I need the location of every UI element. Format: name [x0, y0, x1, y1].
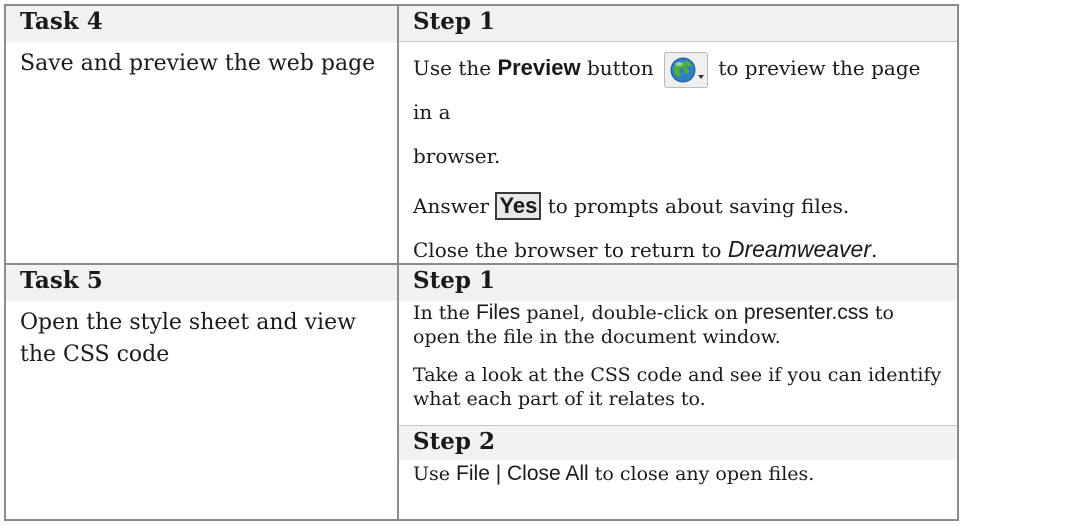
- text-span: In the: [413, 302, 476, 324]
- step-instruction: Use the Preview button to preview the pa…: [413, 46, 943, 178]
- step-body: Use File | Close All to close any open f…: [399, 460, 957, 488]
- text-span: Answer: [413, 194, 496, 218]
- step-instruction: Take a look at the CSS code and see if y…: [413, 363, 943, 411]
- ui-term-filename: presenter.css: [743, 301, 869, 324]
- task-title: Task 4: [6, 6, 397, 42]
- text-span: what each part of it relates to.: [413, 388, 706, 410]
- task-row: Task 5 Open the style sheet and view the…: [4, 263, 959, 521]
- text-span: to prompts about saving files.: [541, 194, 850, 218]
- text-span: Use: [413, 463, 457, 485]
- step-instruction: Close the browser to return to Dreamweav…: [413, 236, 943, 263]
- ui-term-menu-path: File | Close All: [456, 462, 589, 485]
- task-description: Open the style sheet and view the CSS co…: [20, 310, 356, 367]
- task-cell: Task 4 Save and preview the web page: [4, 4, 399, 265]
- globe-preview-icon: [664, 51, 709, 88]
- step-cell: Step 1 Use the Preview button to preview: [397, 4, 959, 265]
- step-title: Step 1: [399, 265, 957, 301]
- text-span: panel, double-click on: [520, 302, 744, 324]
- step-instruction: Use File | Close All to close any open f…: [413, 460, 943, 488]
- text-span: Use the: [413, 56, 498, 80]
- step-cell: Step 1 In the Files panel, double-click …: [397, 263, 959, 521]
- ui-term-files: Files: [475, 301, 521, 324]
- step-title: Step 1: [399, 6, 957, 42]
- ui-term-yes: Yes: [495, 192, 542, 220]
- step-body: In the Files panel, double-click on pres…: [399, 301, 957, 411]
- text-span: to: [868, 302, 894, 324]
- text-span: open the file in the document window.: [413, 326, 781, 348]
- step-instruction: In the Files panel, double-click on pres…: [413, 301, 943, 349]
- app-name: Dreamweaver: [727, 236, 871, 262]
- text-span: .: [871, 238, 878, 262]
- task-row: Task 4 Save and preview the web page Ste…: [4, 4, 959, 265]
- task-description: Save and preview the web page: [20, 51, 376, 76]
- ui-term-preview: Preview: [497, 55, 581, 80]
- step-body: Use the Preview button to preview the pa…: [399, 46, 957, 263]
- text-span: to close any open files.: [588, 463, 815, 485]
- task-title: Task 5: [6, 265, 397, 301]
- text-span: button: [580, 56, 654, 80]
- text-span: browser.: [413, 144, 501, 168]
- text-span: Take a look at the CSS code and see if y…: [413, 364, 942, 386]
- text-span: Close the browser to return to: [413, 238, 728, 262]
- step-title: Step 2: [399, 426, 957, 460]
- task-cell: Task 5 Open the style sheet and view the…: [4, 263, 399, 521]
- task-table: Task 4 Save and preview the web page Ste…: [4, 4, 959, 521]
- step-instruction: Answer Yes to prompts about saving files…: [413, 192, 943, 220]
